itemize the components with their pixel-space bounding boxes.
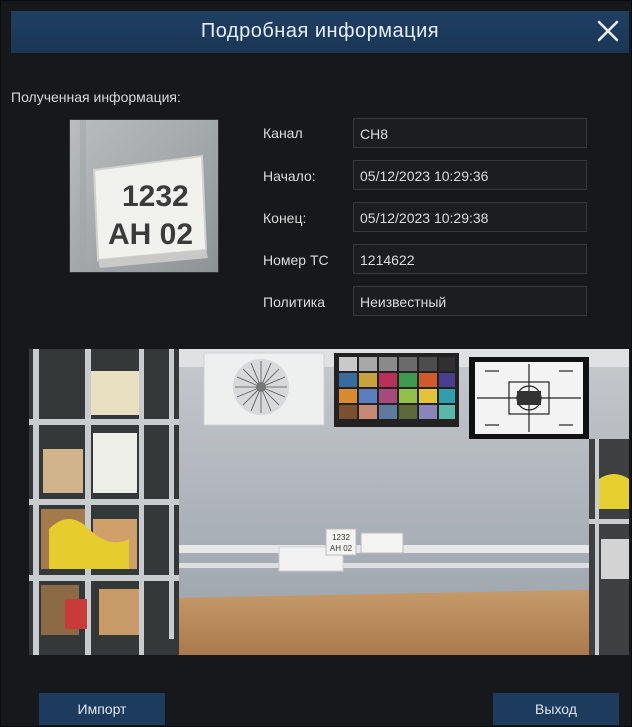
plate-number-value: 1214622 (360, 252, 415, 268)
import-button[interactable]: Импорт (39, 693, 165, 725)
plate-number-field: 1214622 (353, 244, 587, 274)
channel-label: Канал (263, 125, 303, 141)
channel-field: CH8 (353, 118, 587, 148)
policy-field: Неизвестный (353, 286, 587, 316)
details-dialog: Подробная информация Полученная информац… (0, 0, 632, 727)
plate-line2: AH 02 (108, 218, 193, 251)
dialog-titlebar: Подробная информация (11, 11, 629, 53)
scene-plate-line2: AH 02 (330, 544, 353, 553)
end-label: Конец: (263, 210, 307, 226)
end-value: 05/12/2023 10:29:38 (360, 210, 489, 226)
policy-value: Неизвестный (360, 294, 447, 310)
end-field: 05/12/2023 10:29:38 (353, 202, 587, 232)
start-value: 05/12/2023 10:29:36 (360, 168, 489, 184)
scene-plate-line1: 1232 (332, 533, 350, 542)
start-field: 05/12/2023 10:29:36 (353, 160, 587, 190)
start-label: Начало: (263, 168, 316, 184)
camera-snapshot: 1232 AH 02 (29, 349, 629, 655)
plate-snapshot: 1232 AH 02 (69, 119, 219, 273)
channel-value: CH8 (360, 126, 389, 142)
policy-label: Политика (263, 294, 325, 310)
received-info-label: Полученная информация: (11, 89, 181, 105)
plate-line1: 1232 (122, 180, 189, 213)
dialog-title: Подробная информация (200, 20, 440, 42)
close-icon[interactable] (591, 14, 625, 48)
exit-button[interactable]: Выход (493, 693, 619, 725)
plate-number-label: Номер ТС (263, 252, 329, 268)
